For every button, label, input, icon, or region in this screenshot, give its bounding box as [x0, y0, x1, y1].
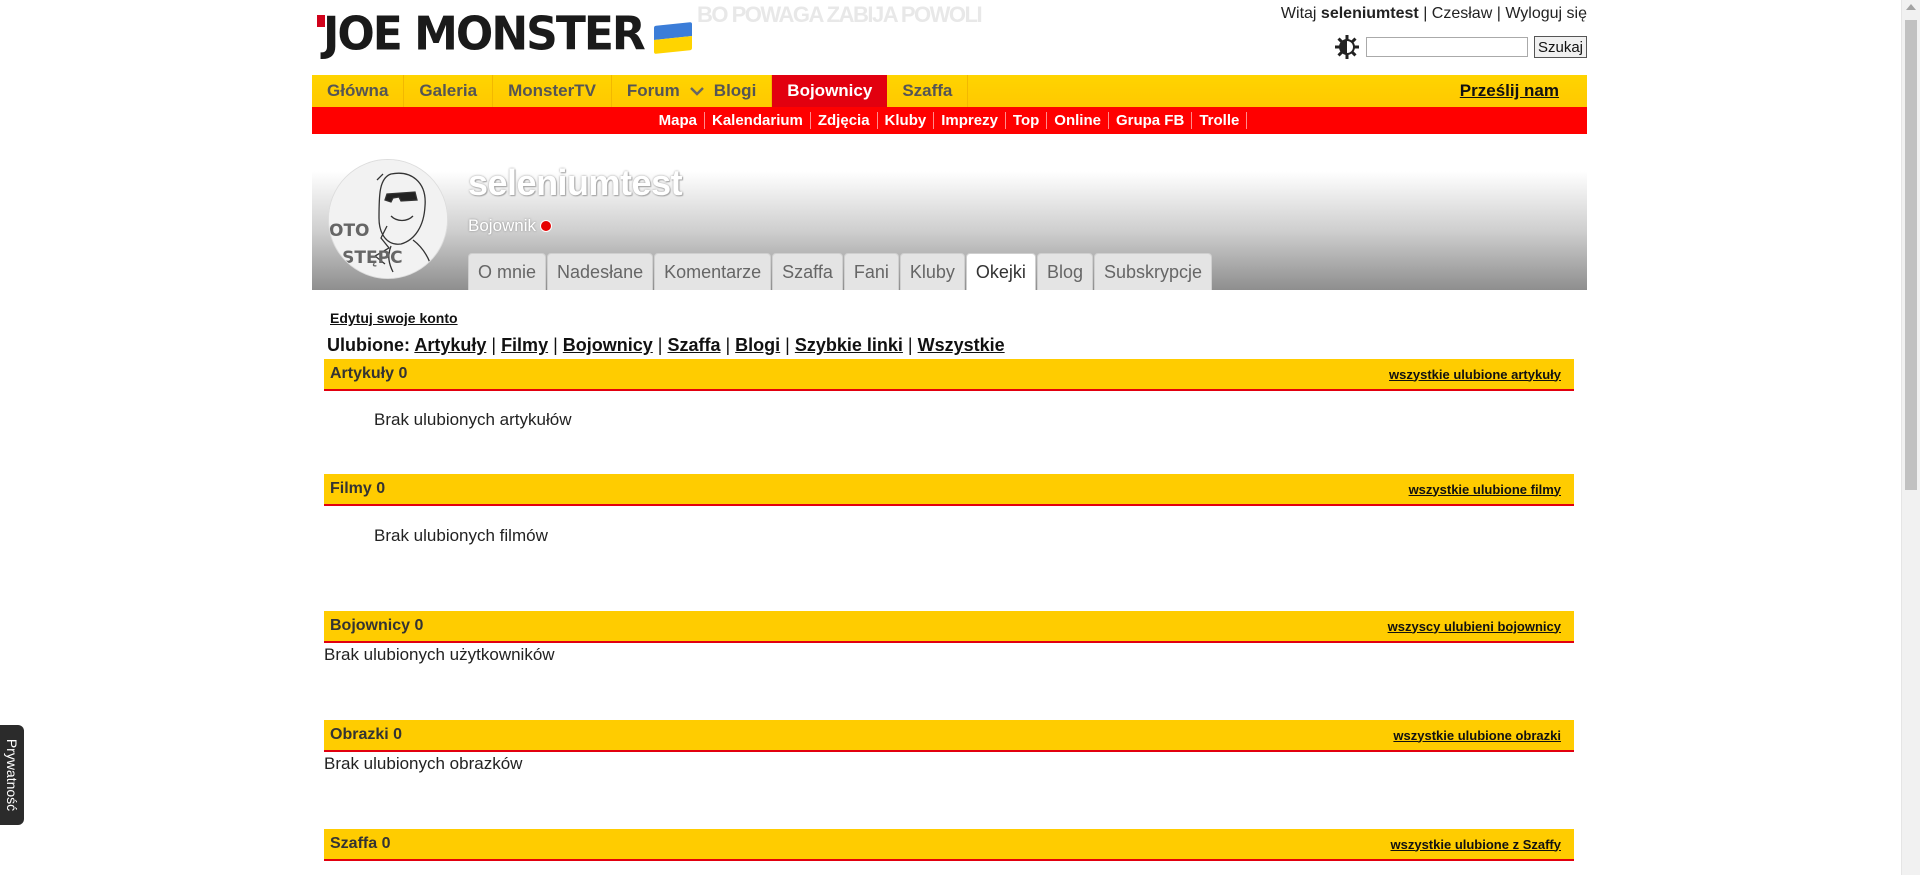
site-logo[interactable]: JOE MONSTER	[315, 7, 692, 62]
fav-link-artykuly[interactable]: Artykuły	[414, 335, 486, 355]
section-title: Obrazki 0	[330, 726, 403, 743]
site-tagline: BO POWAGA ZABIJA POWOLI	[697, 2, 983, 27]
main-nav: Główna Galeria MonsterTV Forum Blogi Boj…	[312, 75, 1587, 107]
tab-kluby[interactable]: Kluby	[899, 253, 965, 290]
nav-item-forum[interactable]: Forum	[612, 75, 684, 107]
avatar-text-1: OTO	[329, 221, 370, 241]
separator: |	[1496, 5, 1501, 22]
subnav-item-zdjecia[interactable]: Zdjęcia	[811, 112, 878, 129]
section-link[interactable]: wszyscy ulubieni bojownicy	[1388, 619, 1574, 634]
separator: |	[725, 335, 731, 355]
search-row: Szukaj	[1334, 34, 1587, 60]
nav-item-glowna[interactable]: Główna	[312, 75, 405, 107]
logout-link[interactable]: Wyloguj się	[1505, 5, 1587, 22]
separator: |	[491, 335, 497, 355]
tab-blog[interactable]: Blog	[1036, 253, 1093, 290]
theme-toggle-icon[interactable]	[1334, 34, 1360, 60]
separator: |	[907, 335, 913, 355]
profile-rank: Bojownik	[468, 216, 553, 236]
subnav-item-trolle[interactable]: Trolle	[1192, 112, 1248, 129]
logo-text: JOE MONSTER	[323, 7, 646, 62]
privacy-label: Prywatność	[4, 738, 21, 812]
subnav-item-online[interactable]: Online	[1047, 112, 1109, 129]
empty-message: Brak ulubionych artykułów	[374, 410, 572, 429]
tab-nadeslane[interactable]: Nadesłane	[547, 253, 654, 290]
fav-link-wszystkie[interactable]: Wszystkie	[918, 335, 1005, 355]
section-link[interactable]: wszystkie ulubione obrazki	[1393, 728, 1574, 743]
section-link[interactable]: wszystkie ulubione artykuły	[1389, 367, 1574, 382]
user-link-czeslaw[interactable]: Czesław	[1432, 5, 1492, 22]
nav-item-blogi[interactable]: Blogi	[710, 75, 773, 107]
tab-o-mnie[interactable]: O mnie	[468, 253, 547, 290]
fav-link-blogi[interactable]: Blogi	[735, 335, 780, 355]
profile-name: seleniumtest	[468, 162, 683, 203]
nav-item-bojownicy[interactable]: Bojownicy	[772, 75, 888, 107]
favorites-label: Ulubione:	[327, 335, 410, 355]
ukraine-flag-icon	[653, 22, 692, 54]
privacy-tab[interactable]: Prywatność	[0, 725, 24, 825]
section-bar-szaffa: Szaffa 0 wszystkie ulubione z Szaffy	[324, 829, 1574, 861]
scroll-up-arrow-icon[interactable]	[1906, 4, 1916, 10]
section-bar-filmy: Filmy 0 wszystkie ulubione filmy	[324, 474, 1574, 506]
subnav-item-mapa[interactable]: Mapa	[652, 112, 705, 129]
fav-link-szaffa[interactable]: Szaffa	[667, 335, 720, 355]
subnav-item-kalendarium[interactable]: Kalendarium	[705, 112, 811, 129]
tab-komentarze[interactable]: Komentarze	[654, 253, 772, 290]
section-title: Bojownicy 0	[330, 617, 424, 634]
send-us-link[interactable]: Prześlij nam	[1460, 75, 1587, 107]
fav-link-filmy[interactable]: Filmy	[501, 335, 548, 355]
section-title: Szaffa 0	[330, 835, 391, 852]
favorites-nav: Ulubione: Artykuły | Filmy | Bojownicy | Szaff…	[327, 335, 1005, 356]
separator: |	[1423, 5, 1428, 22]
avatar[interactable]: OTO ASTĘPC	[328, 159, 448, 279]
fav-link-bojownicy[interactable]: Bojownicy	[563, 335, 653, 355]
sub-nav: Mapa Kalendarium Zdjęcia Kluby Imprezy T…	[312, 107, 1587, 134]
separator: |	[657, 335, 663, 355]
fav-link-szybkie-linki[interactable]: Szybkie linki	[795, 335, 903, 355]
empty-message: Brak ulubionych obrazków	[324, 754, 523, 773]
search-button[interactable]: Szukaj	[1533, 36, 1587, 58]
chevron-down-icon[interactable]	[684, 75, 710, 107]
empty-message: Brak ulubionych użytkowników	[324, 645, 555, 664]
user-bar: Witaj seleniumtest | Czesław | Wyloguj s…	[1281, 5, 1587, 23]
tab-szaffa[interactable]: Szaffa	[772, 253, 843, 290]
nav-item-monstertv[interactable]: MonsterTV	[493, 75, 612, 107]
section-bar-obrazki: Obrazki 0 wszystkie ulubione obrazki	[324, 720, 1574, 752]
subnav-item-top[interactable]: Top	[1006, 112, 1048, 129]
page: JOE MONSTER BO POWAGA ZABIJA POWOLI Wita…	[0, 0, 1920, 875]
section-title: Filmy 0	[330, 480, 386, 497]
tab-fani[interactable]: Fani	[843, 253, 899, 290]
section-title: Artykuły 0	[330, 365, 408, 382]
edit-account-link[interactable]: Edytuj swoje konto	[330, 310, 458, 326]
username-link[interactable]: seleniumtest	[1321, 5, 1419, 22]
greeting-prefix: Witaj	[1280, 5, 1317, 22]
separator: |	[553, 335, 558, 355]
nav-item-szaffa[interactable]: Szaffa	[887, 75, 969, 107]
subnav-item-grupa-fb[interactable]: Grupa FB	[1109, 112, 1193, 129]
profile-tabs: O mnie Nadesłane Komentarze Szaffa Fani …	[468, 253, 1213, 290]
avatar-text-2: ASTĘPC	[329, 248, 403, 268]
empty-message: Brak ulubionych filmów	[374, 526, 548, 545]
tab-okejki[interactable]: Okejki	[965, 253, 1036, 290]
scrollbar[interactable]	[1901, 0, 1920, 875]
search-input[interactable]	[1365, 37, 1528, 57]
separator: |	[785, 335, 790, 355]
status-dot-icon	[540, 220, 553, 232]
subnav-item-imprezy[interactable]: Imprezy	[934, 112, 1006, 129]
section-bar-bojownicy: Bojownicy 0 wszyscy ulubieni bojownicy	[324, 611, 1574, 643]
nav-item-galeria[interactable]: Galeria	[404, 75, 494, 107]
section-bar-artykuly: Artykuły 0 wszystkie ulubione artykuły	[324, 359, 1574, 391]
tab-subskrypcje[interactable]: Subskrypcje	[1093, 253, 1213, 290]
scrollbar-thumb[interactable]	[1905, 20, 1917, 490]
profile-header: OTO ASTĘPC seleniumtest Bojownik O mnie …	[312, 158, 1587, 290]
section-link[interactable]: wszystkie ulubione filmy	[1409, 482, 1574, 497]
rank-label: Bojownik	[468, 216, 537, 235]
subnav-item-kluby[interactable]: Kluby	[878, 112, 935, 129]
section-link[interactable]: wszystkie ulubione z Szaffy	[1391, 837, 1575, 852]
